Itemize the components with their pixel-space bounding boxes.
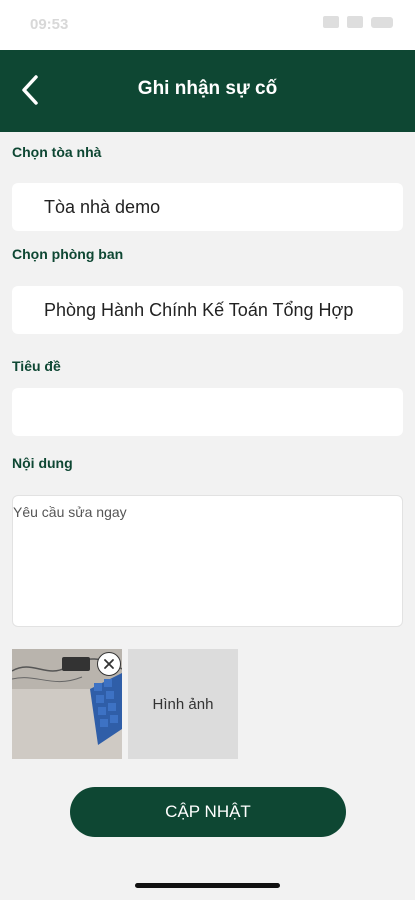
department-select[interactable]: Phòng Hành Chính Kế Toán Tổng Hợp bbox=[12, 286, 403, 334]
title-label: Tiêu đề bbox=[12, 358, 61, 374]
signal-icon bbox=[323, 16, 339, 28]
building-select[interactable]: Tòa nhà demo bbox=[12, 183, 403, 231]
status-icons bbox=[323, 16, 393, 28]
battery-icon bbox=[371, 16, 393, 28]
title-input[interactable] bbox=[12, 388, 403, 436]
update-button-label: CẬP NHẬT bbox=[165, 802, 251, 821]
content-label: Nội dung bbox=[12, 455, 73, 471]
building-value: Tòa nhà demo bbox=[44, 196, 161, 217]
content-textarea[interactable]: Yêu cầu sửa ngay bbox=[12, 495, 403, 627]
close-icon bbox=[104, 659, 114, 669]
update-button[interactable]: CẬP NHẬT bbox=[70, 787, 346, 837]
building-label: Chọn tòa nhà bbox=[12, 144, 102, 160]
status-time: 09:53 bbox=[30, 16, 69, 33]
page-title: Ghi nhận sự cố bbox=[137, 78, 278, 99]
department-label: Chọn phòng ban bbox=[12, 246, 124, 262]
wifi-icon bbox=[347, 16, 363, 28]
add-image-button[interactable]: Hình ảnh bbox=[128, 649, 238, 759]
add-image-label: Hình ảnh bbox=[152, 695, 214, 713]
status-bar: 09:53 bbox=[0, 0, 415, 50]
department-value: Phòng Hành Chính Kế Toán Tổng Hợp bbox=[44, 299, 354, 320]
remove-photo-button[interactable] bbox=[97, 652, 121, 676]
home-indicator bbox=[135, 883, 280, 888]
app-header: Ghi nhận sự cố bbox=[0, 50, 415, 132]
content-value: Yêu cầu sửa ngay bbox=[13, 504, 127, 520]
